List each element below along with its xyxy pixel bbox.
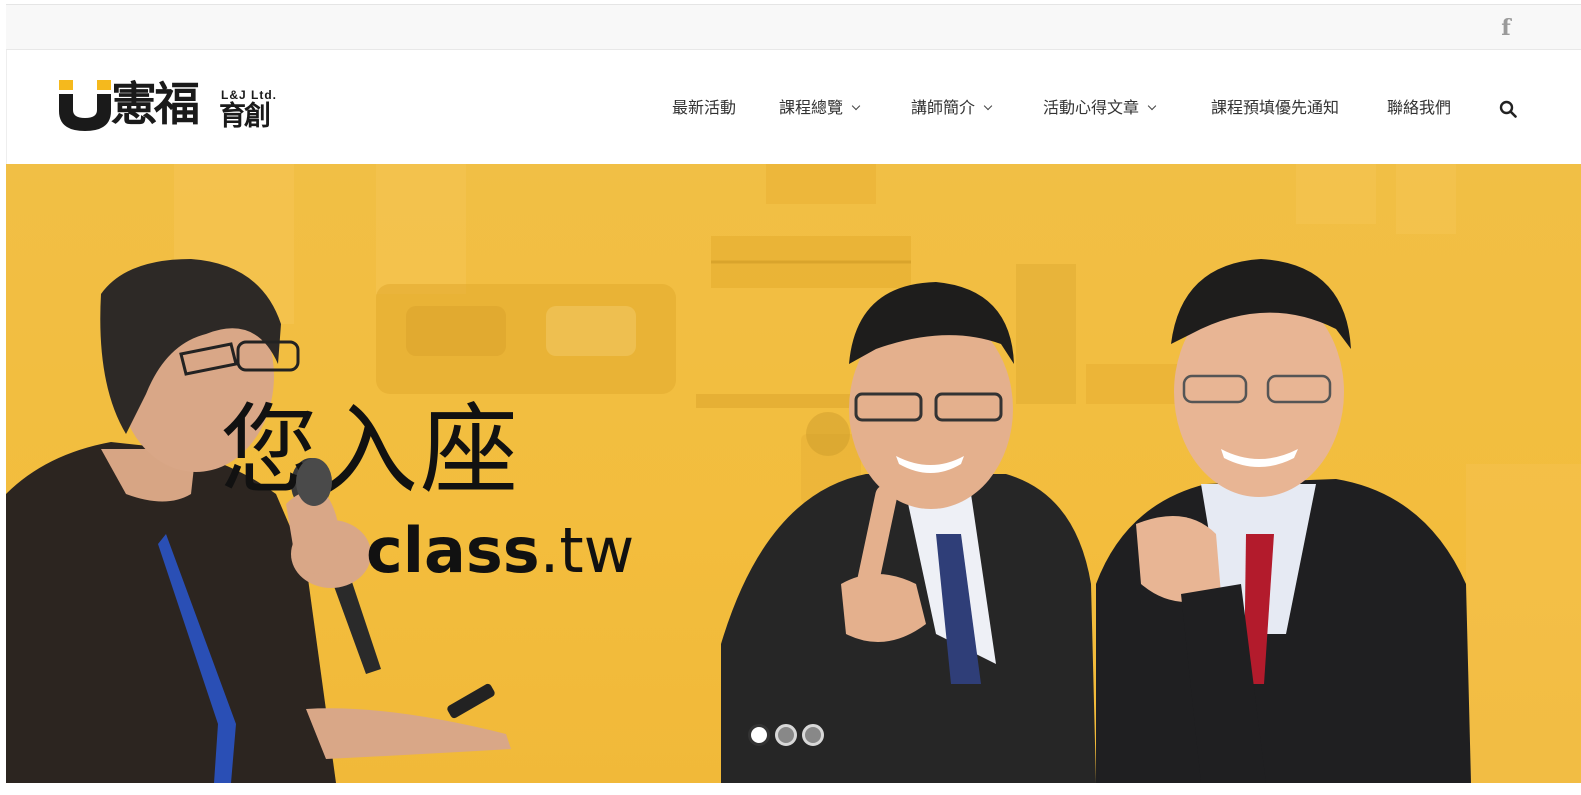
nav-item-label: 課程總覽 (779, 98, 844, 117)
nav-item-contact[interactable]: 聯絡我們 (1387, 96, 1451, 120)
nav-item-label: 課程預填優先通知 (1211, 98, 1340, 117)
nav-item-courses[interactable]: 課程總覽 (779, 96, 861, 120)
nav-item-instructors[interactable]: 講師簡介 (911, 96, 993, 120)
nav-item-priority-notice[interactable]: 課程預填優先通知 (1211, 96, 1339, 120)
nav-item-label: 活動心得文章 (1043, 98, 1140, 117)
page-bottom-edge (0, 783, 1581, 795)
slider-dot-3[interactable] (802, 724, 824, 746)
hero-domain: class.tw (366, 514, 634, 588)
nav-item-label: 講師簡介 (911, 98, 976, 117)
hero-slider[interactable]: 您入座 class.tw (6, 164, 1581, 783)
page: f 憲福 L&J Ltd. 育創 最新活動 課程總覽 講師簡介 活動心得文章 課… (0, 0, 1581, 795)
hero-headline: 您入座 (220, 394, 521, 508)
hero-domain-rest: .tw (539, 514, 635, 587)
chevron-down-icon (851, 101, 861, 111)
nav-item-label: 聯絡我們 (1387, 98, 1452, 117)
slider-pagination (748, 724, 828, 746)
slider-dot-2[interactable] (775, 724, 797, 746)
search-icon[interactable] (1499, 100, 1517, 118)
hero-domain-bold: class (366, 514, 540, 587)
chevron-down-icon (983, 101, 993, 111)
facebook-icon[interactable]: f (1495, 15, 1517, 41)
nav-item-label: 最新活動 (672, 98, 737, 117)
slider-dot-1[interactable] (748, 724, 770, 746)
site-header: 憲福 L&J Ltd. 育創 最新活動 課程總覽 講師簡介 活動心得文章 課程預… (6, 50, 1581, 164)
nav-item-articles[interactable]: 活動心得文章 (1043, 96, 1157, 120)
nav-item-latest-events[interactable]: 最新活動 (672, 96, 736, 120)
main-navigation: 最新活動 課程總覽 講師簡介 活動心得文章 課程預填優先通知 聯絡我們 (7, 96, 1581, 120)
top-utility-bar: f (6, 4, 1581, 50)
chevron-down-icon (1147, 101, 1157, 111)
